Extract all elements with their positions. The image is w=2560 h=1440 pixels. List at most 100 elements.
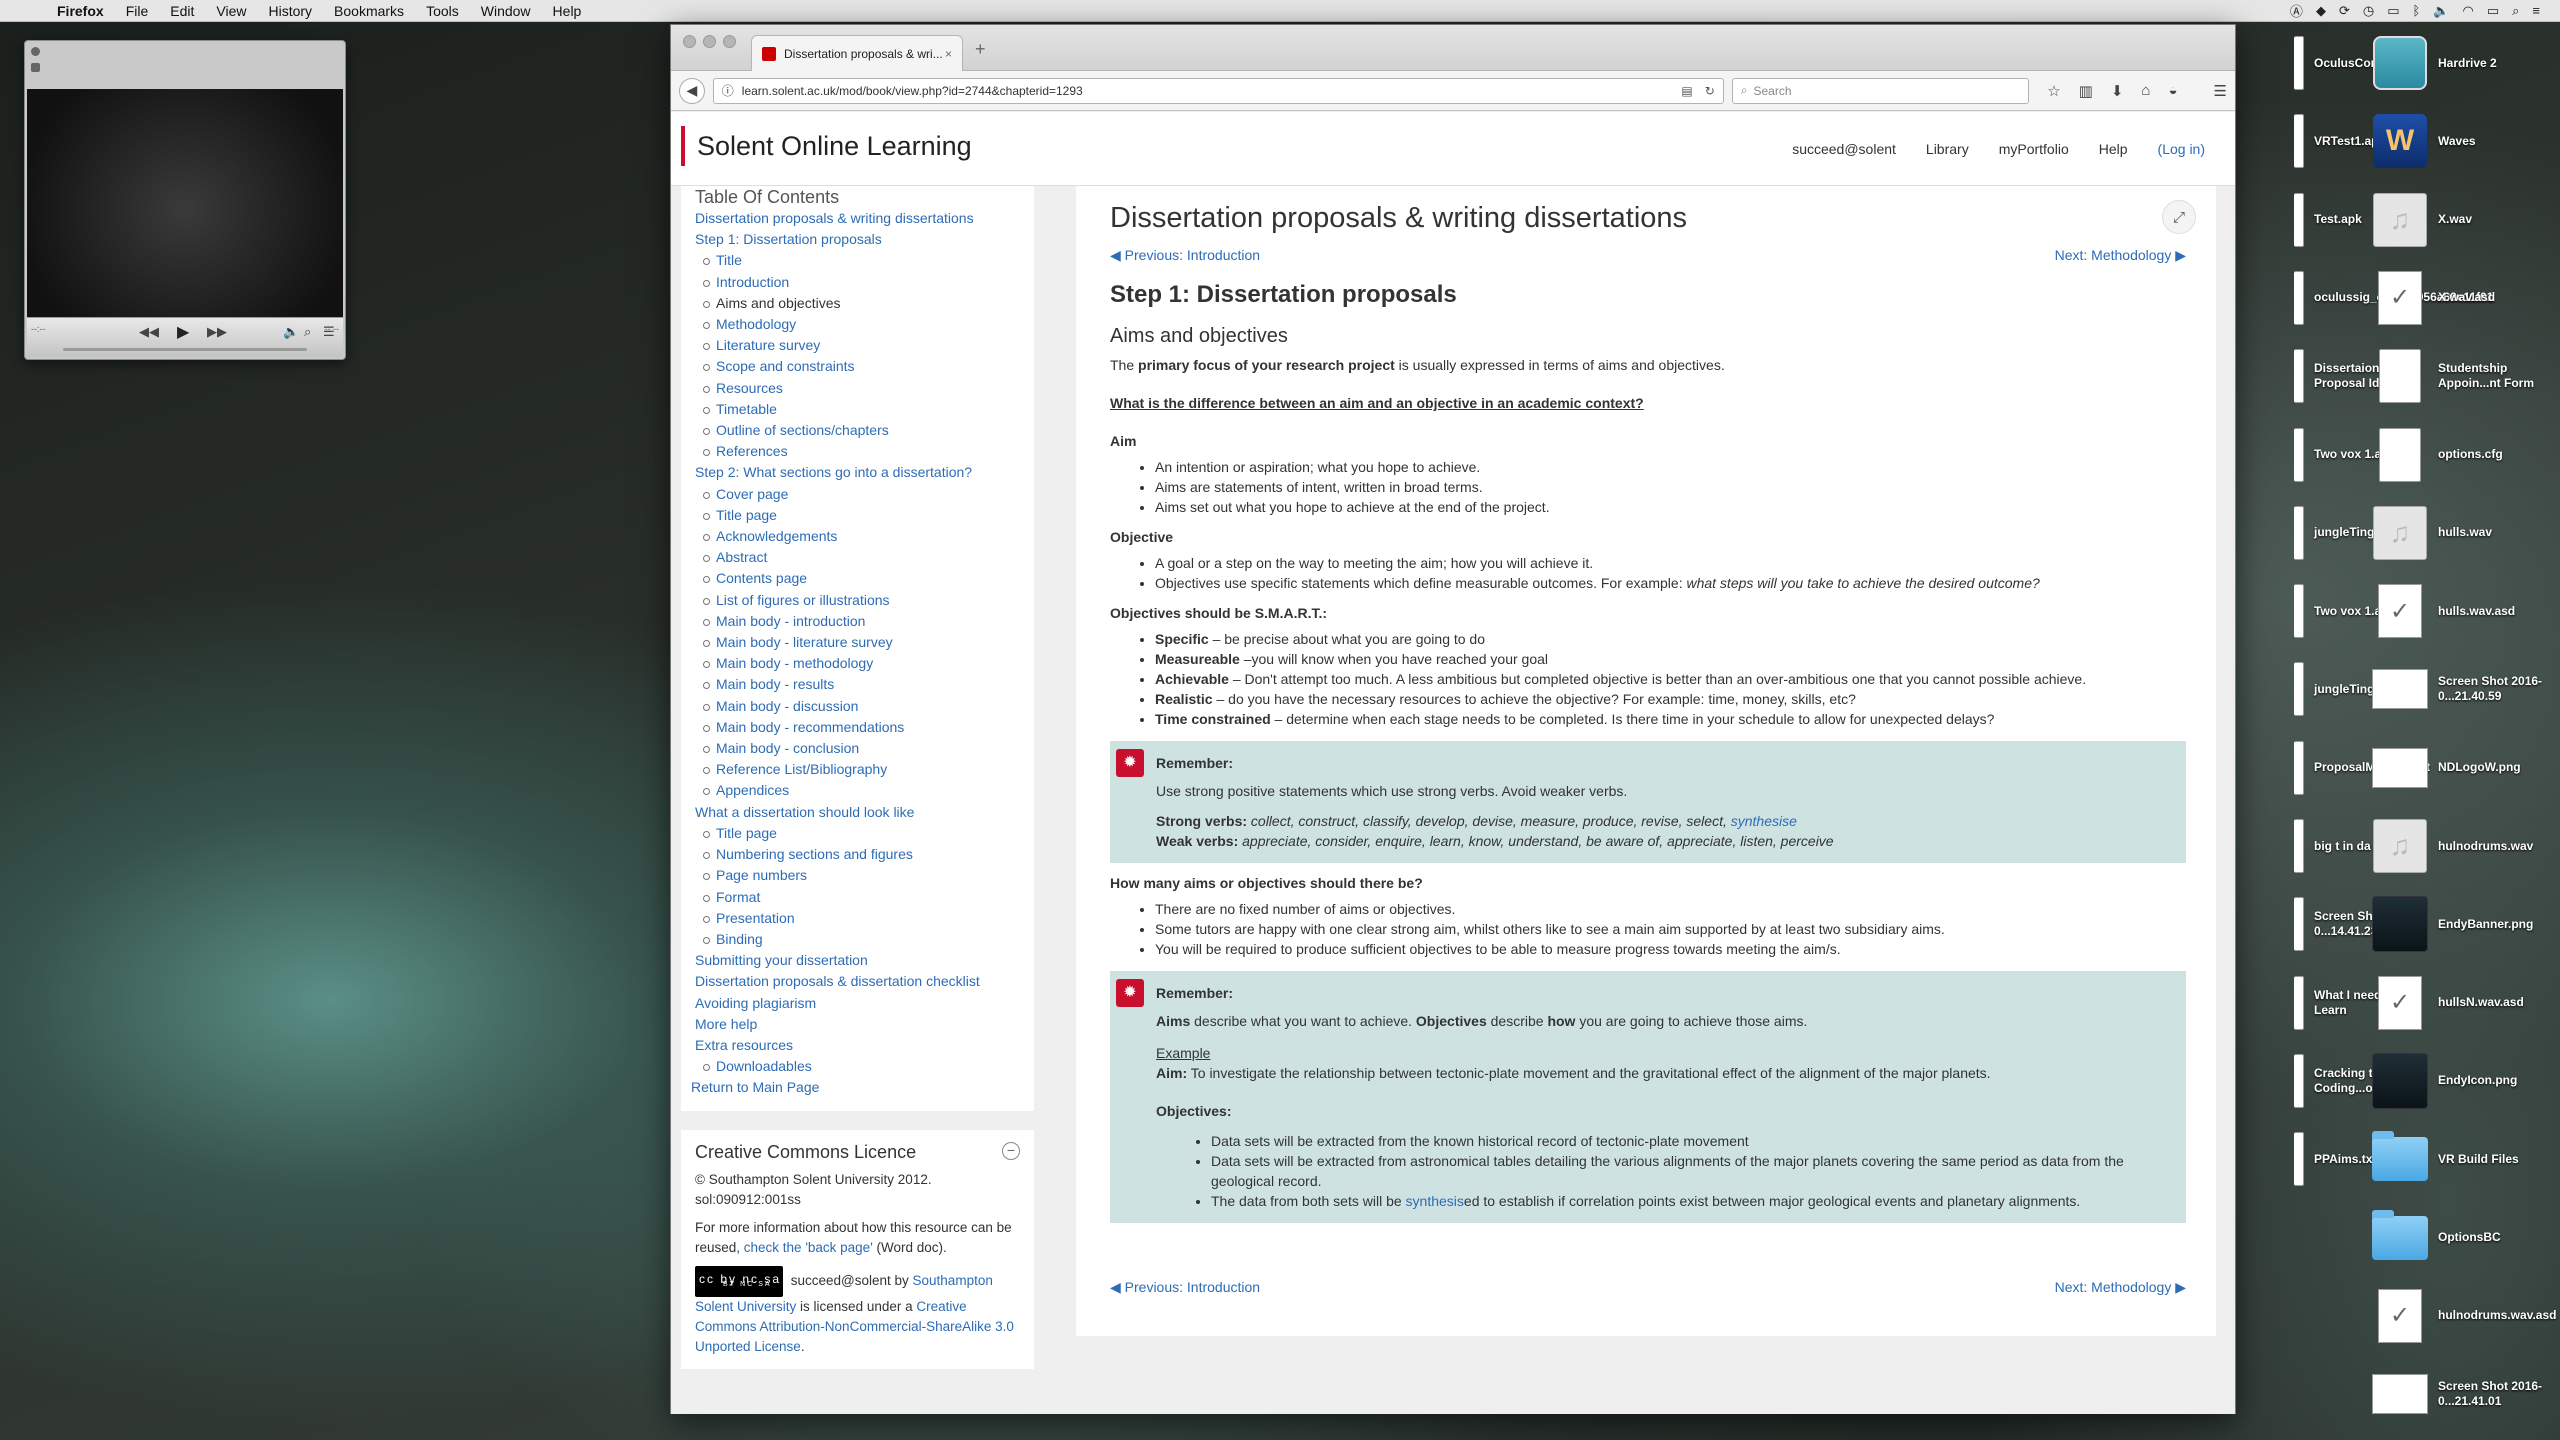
synthesise-link[interactable]: synthesise <box>1731 813 1797 829</box>
toc-item[interactable]: Abstract <box>695 547 1034 568</box>
toc-item[interactable]: Dissertation proposals & dissertation ch… <box>695 971 1034 992</box>
desktop-icon[interactable]: EndyBanner.png <box>2372 889 2552 959</box>
toc-item[interactable]: Acknowledgements <box>695 526 1034 547</box>
reload-icon[interactable]: ↻ <box>1705 84 1715 98</box>
desktop-icon[interactable]: Screen Shot 2016-0...21.41.01 <box>2372 1359 2552 1429</box>
bookmarks-list-icon[interactable]: ▥ <box>2079 82 2093 100</box>
back-page-link[interactable]: check the 'back page' <box>744 1240 873 1255</box>
toc-item[interactable]: Introduction <box>695 272 1034 293</box>
fullscreen-icon[interactable]: ⤢ <box>2162 200 2196 234</box>
desktop-icon[interactable]: W Waves <box>2372 106 2552 176</box>
toc-item[interactable]: Title page <box>695 823 1034 844</box>
toc-item[interactable]: Outline of sections/chapters <box>695 420 1034 441</box>
play-icon[interactable]: ▶ <box>177 322 189 342</box>
toc-item[interactable]: Resources <box>695 378 1034 399</box>
desktop-icon[interactable]: Hardrive 2 <box>2372 28 2552 98</box>
toc-item[interactable]: Main body - introduction <box>695 611 1034 632</box>
desktop-icon[interactable]: ✓ hulls.wav.asd <box>2372 576 2552 646</box>
desktop-icon[interactable]: Screen Shot 2016-0...21.40.59 <box>2372 654 2552 724</box>
desktop-icon[interactable]: ✓ X.wav.asd <box>2372 263 2552 333</box>
toc-item[interactable]: Step 1: Dissertation proposals <box>695 229 1034 250</box>
toc-item[interactable]: Literature survey <box>695 335 1034 356</box>
player-resize-button[interactable] <box>31 63 40 72</box>
nav-myportfolio[interactable]: myPortfolio <box>1999 141 2069 157</box>
next-chapter-link[interactable]: Next: Methodology ▶ <box>2055 1279 2186 1296</box>
desktop-icon[interactable]: ♫ hulnodrums.wav <box>2372 811 2552 881</box>
fast-forward-icon[interactable]: ▶▶ <box>207 324 227 340</box>
menu-edit[interactable]: Edit <box>159 3 205 19</box>
toc-item[interactable]: Methodology <box>695 314 1034 335</box>
toc-item[interactable]: Main body - discussion <box>695 696 1034 717</box>
window-minimize-button[interactable] <box>703 35 716 48</box>
toc-item[interactable]: Format <box>695 887 1034 908</box>
menu-history[interactable]: History <box>257 3 323 19</box>
pocket-icon[interactable]: ◒ <box>2168 82 2177 100</box>
downloads-icon[interactable]: ⬇ <box>2111 82 2124 100</box>
cc-badge-icon[interactable]: cc by nc sa BY NC SA <box>695 1266 783 1297</box>
desktop-icon[interactable]: Studentship Appoin...nt Form <box>2372 341 2552 411</box>
desktop-icon[interactable]: ♫ hulls.wav <box>2372 498 2552 568</box>
toc-item[interactable]: Page numbers <box>695 865 1034 886</box>
nav-succeed[interactable]: succeed@solent <box>1792 141 1896 157</box>
wifi-icon[interactable]: ◠ <box>2462 3 2473 19</box>
desktop-icon[interactable]: VR Build Files <box>2372 1124 2552 1194</box>
hamburger-menu-icon[interactable]: ☰ <box>2214 82 2227 100</box>
nav-help[interactable]: Help <box>2099 141 2128 157</box>
spotlight-icon[interactable]: ⌕ <box>2512 3 2519 19</box>
info-icon[interactable]: ⓘ <box>722 82 734 99</box>
menu-view[interactable]: View <box>205 3 257 19</box>
url-bar[interactable]: ⓘ learn.solent.ac.uk/mod/book/view.php?i… <box>712 77 1724 104</box>
next-chapter-link[interactable]: Next: Methodology ▶ <box>2055 247 2186 264</box>
toc-item[interactable]: Reference List/Bibliography <box>695 759 1034 780</box>
volume-icon[interactable]: 🔈 <box>2433 3 2449 19</box>
player-close-button[interactable] <box>31 47 40 56</box>
new-tab-icon[interactable]: + <box>975 39 986 60</box>
desktop-icon[interactable]: ♫ X.wav <box>2372 185 2552 255</box>
time-machine-icon[interactable]: ◷ <box>2363 3 2374 19</box>
menu-window[interactable]: Window <box>470 3 542 19</box>
search-input[interactable]: ⌕ Search <box>1731 77 2030 104</box>
airplay-icon[interactable]: ▭ <box>2387 3 2399 19</box>
toc-item[interactable]: Cover page <box>695 484 1034 505</box>
toc-item[interactable]: Title <box>695 250 1034 271</box>
toc-item[interactable]: Timetable <box>695 399 1034 420</box>
toc-item[interactable]: Main body - recommendations <box>695 717 1034 738</box>
bookmark-star-icon[interactable]: ☆ <box>2047 82 2060 100</box>
window-zoom-button[interactable] <box>723 35 736 48</box>
back-icon[interactable]: ◀ <box>679 77 705 104</box>
menu-app-name[interactable]: Firefox <box>46 3 115 19</box>
desktop-icon[interactable]: OptionsBC <box>2372 1203 2552 1273</box>
sync-icon[interactable]: ⟳ <box>2339 3 2350 19</box>
toc-item[interactable]: Dissertation proposals & writing dissert… <box>695 208 1034 229</box>
previous-chapter-link[interactable]: ◀ Previous: Introduction <box>1110 1279 1260 1296</box>
window-close-button[interactable] <box>683 35 696 48</box>
adobe-icon[interactable]: Ⓐ <box>2290 1 2303 20</box>
volume-icon[interactable]: 🔈 <box>283 324 299 340</box>
toc-item[interactable]: What a dissertation should look like <box>695 802 1034 823</box>
toc-item[interactable]: Avoiding plagiarism <box>695 993 1034 1014</box>
toc-item[interactable]: Downloadables <box>695 1056 1034 1077</box>
toc-item[interactable]: Appendices <box>695 780 1034 801</box>
media-player-window[interactable]: ◀◀ ▶ ▶▶ 🔈 ⌕ ☰ --:-- --:-- <box>24 40 346 360</box>
menu-tools[interactable]: Tools <box>415 3 470 19</box>
tab-close-icon[interactable]: × <box>945 47 952 61</box>
rewind-icon[interactable]: ◀◀ <box>139 324 159 340</box>
active-tab[interactable]: Dissertation proposals & wri... × <box>751 35 963 71</box>
toc-item[interactable]: Extra resources <box>695 1035 1034 1056</box>
synthesis-link[interactable]: synthesis <box>1406 1193 1464 1209</box>
menu-file[interactable]: File <box>115 3 160 19</box>
nav-library[interactable]: Library <box>1926 141 1969 157</box>
toc-item[interactable]: Main body - conclusion <box>695 738 1034 759</box>
toc-item[interactable]: References <box>695 441 1034 462</box>
reader-view-icon[interactable]: ▤ <box>1681 84 1692 98</box>
toc-item[interactable]: Binding <box>695 929 1034 950</box>
notification-center-icon[interactable]: ≡ <box>2532 3 2540 18</box>
toc-item[interactable]: Scope and constraints <box>695 356 1034 377</box>
home-icon[interactable]: ⌂ <box>2141 82 2150 100</box>
desktop-icon[interactable]: EndyIcon.png <box>2372 1046 2552 1116</box>
toc-item[interactable]: Numbering sections and figures <box>695 844 1034 865</box>
site-brand[interactable]: Solent Online Learning <box>681 126 972 166</box>
collapse-icon[interactable]: − <box>1002 1142 1020 1160</box>
desktop-icon[interactable]: ✓ hullsN.wav.asd <box>2372 968 2552 1038</box>
toc-item[interactable]: Presentation <box>695 908 1034 929</box>
